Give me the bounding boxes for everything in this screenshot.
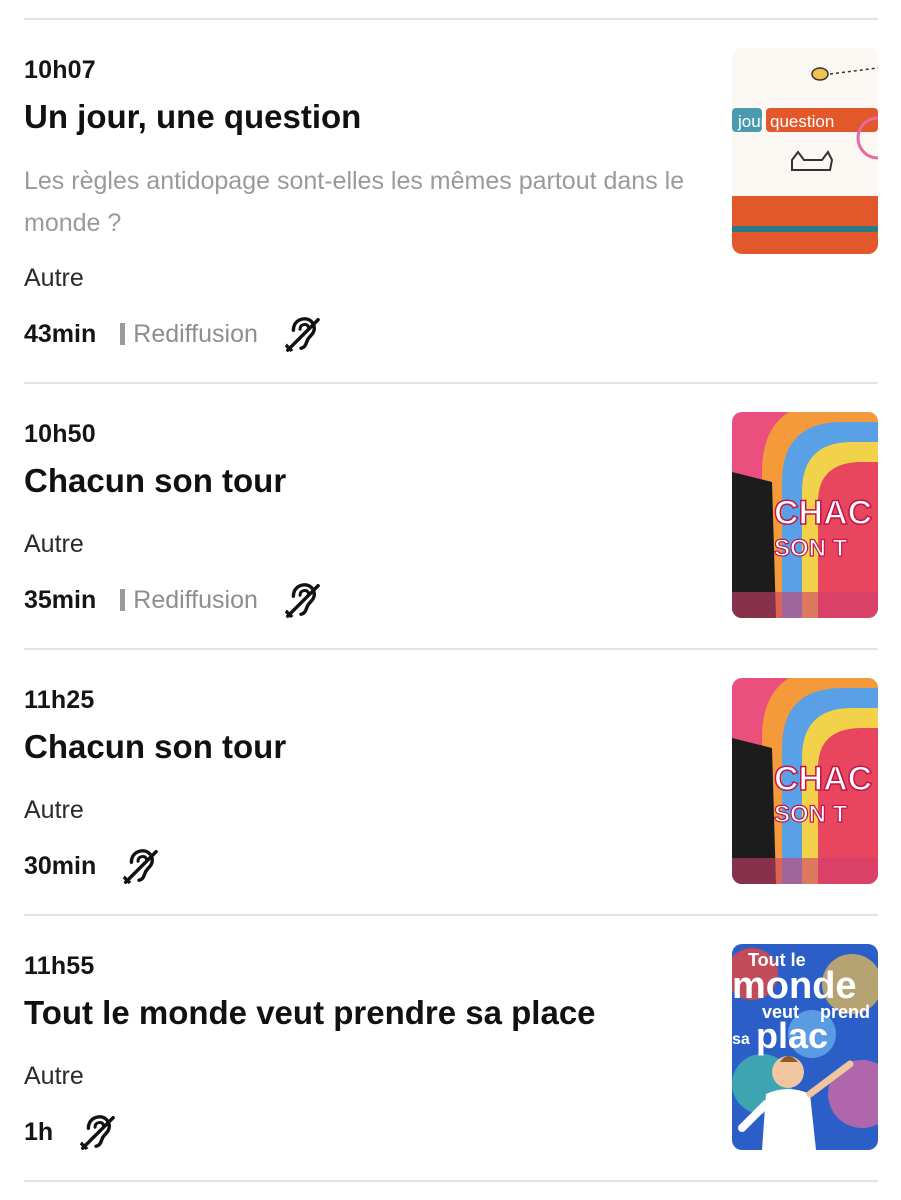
thumb-text: question <box>770 112 834 131</box>
thumb-text: plac <box>756 1015 828 1056</box>
program-thumbnail: CHAC SON T <box>732 412 878 618</box>
program-item[interactable]: 10h50 Chacun son tour Autre 35min Rediff… <box>0 384 901 648</box>
program-duration: 1h <box>24 1117 54 1146</box>
divider <box>24 1180 878 1182</box>
program-thumbnail: Tout le monde veut prend sa plac <box>732 944 878 1150</box>
program-title: Un jour, une question <box>24 98 362 135</box>
thumb-text: sa <box>732 1031 750 1048</box>
program-title: Chacun son tour <box>24 728 287 765</box>
rerun-badge: Rediffusion <box>120 586 258 615</box>
rerun-label: Rediffusion <box>133 585 258 614</box>
hearing-impaired-icon <box>284 317 320 353</box>
hearing-impaired-icon <box>80 1115 115 1151</box>
program-genre: Autre <box>24 796 84 824</box>
program-description: Les règles antidopage sont-elles les mêm… <box>24 167 685 237</box>
program-item[interactable]: 11h25 Chacun son tour Autre 30min CHAC S… <box>0 650 901 914</box>
rerun-badge: Rediffusion <box>120 320 258 349</box>
thumbnail-art: jour question <box>732 48 878 254</box>
program-time: 11h55 <box>24 952 95 980</box>
thumb-text: CHAC <box>774 760 872 798</box>
program-meta: 30min <box>24 846 159 886</box>
program-thumbnail: jour question <box>732 48 878 254</box>
hearing-impaired-icon <box>284 583 320 619</box>
thumb-text: CHAC <box>774 494 872 532</box>
program-thumbnail: CHAC SON T <box>732 678 878 884</box>
rerun-bar <box>120 589 126 611</box>
program-time: 10h07 <box>24 56 96 84</box>
program-item[interactable]: 11h55 Tout le monde veut prendre sa plac… <box>0 916 901 1180</box>
thumb-text: jour <box>737 112 767 131</box>
hearing-impaired-icon <box>123 849 159 885</box>
program-meta: 1h <box>24 1112 115 1152</box>
program-time: 11h25 <box>24 686 95 714</box>
program-meta: 43min Rediffusion <box>24 314 320 354</box>
program-time: 10h50 <box>24 420 96 448</box>
program-duration: 30min <box>24 851 97 880</box>
program-genre: Autre <box>24 530 84 558</box>
program-item[interactable]: 10h07 Un jour, une question Les règles a… <box>0 0 901 382</box>
rerun-bar <box>120 323 126 345</box>
thumb-text: SON T <box>774 535 848 562</box>
program-genre: Autre <box>24 264 84 292</box>
program-genre: Autre <box>24 1062 84 1090</box>
thumb-text: SON T <box>774 801 848 828</box>
program-title: Tout le monde veut prendre sa place <box>24 994 596 1031</box>
program-duration: 35min <box>24 585 97 614</box>
program-duration: 43min <box>24 319 97 348</box>
program-meta: 35min Rediffusion <box>24 580 320 620</box>
thumb-text: monde <box>732 965 857 1007</box>
thumbnail-art: Tout le monde veut prend sa plac <box>732 944 878 1150</box>
program-title: Chacun son tour <box>24 462 287 499</box>
rerun-label: Rediffusion <box>133 319 258 348</box>
thumbnail-art: CHAC SON T <box>732 412 878 618</box>
thumbnail-art: CHAC SON T <box>732 678 878 884</box>
